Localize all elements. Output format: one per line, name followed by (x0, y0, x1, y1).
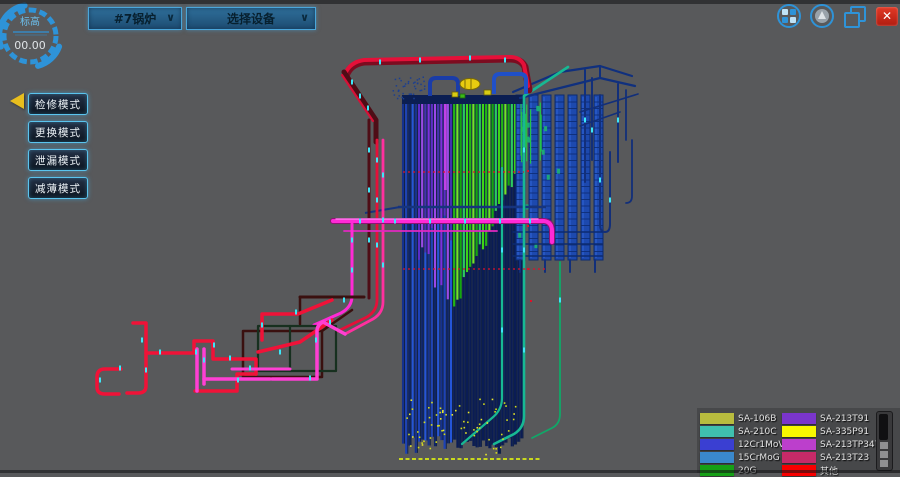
legend-column-right: SA-213T91SA-335P91SA-213TP347HSA-213T23其… (782, 412, 887, 477)
legend-material-label: SA-335P91 (820, 427, 869, 437)
chevron-down-icon: ∨ (166, 11, 175, 24)
legend-material-label: SA-213T91 (820, 414, 869, 424)
mode-button-replace[interactable]: 更换模式 (28, 121, 88, 143)
legend-column-left: SA-106BSA-210C12Cr1MoVG15CrMoG20G (700, 412, 792, 477)
orbit-view-icon[interactable] (810, 4, 834, 28)
legend-color-swatch (700, 452, 734, 463)
boiler-3d-viewport[interactable] (0, 0, 900, 473)
close-symbol: ✕ (882, 9, 892, 23)
elevation-gauge: 标高 00.00 (0, 1, 77, 75)
legend-color-swatch (782, 452, 816, 463)
layers-icon[interactable] (843, 5, 867, 28)
boiler-tube-bank (403, 96, 523, 454)
legend-item: SA-210C (700, 425, 792, 438)
legend-scrollbar[interactable] (876, 411, 893, 471)
mode-button-label: 检修模式 (35, 97, 81, 112)
legend-color-swatch (782, 426, 816, 437)
legend-color-swatch (782, 413, 816, 424)
legend-color-swatch (782, 439, 816, 450)
legend-color-swatch (700, 426, 734, 437)
legend-item: SA-213T91 (782, 412, 887, 425)
close-icon[interactable]: ✕ (876, 7, 898, 26)
mode-button-leak[interactable]: 泄漏模式 (28, 149, 88, 171)
mode-button-label: 更换模式 (35, 125, 81, 140)
lower-left-pipe-cluster (97, 297, 364, 394)
device-select-value: 选择设备 (227, 10, 275, 27)
material-legend: SA-106BSA-210C12Cr1MoVG15CrMoG20G SA-213… (697, 408, 900, 473)
drum-top-fittings (430, 74, 526, 98)
gauge-label: 标高 (20, 15, 40, 28)
mode-button-overhaul[interactable]: 检修模式 (28, 93, 88, 115)
legend-item: SA-213T23 (782, 451, 887, 464)
legend-color-swatch (700, 413, 734, 424)
grid-dashboard-icon[interactable] (777, 4, 801, 28)
device-select-dropdown[interactable]: 选择设备 ∨ (186, 7, 316, 30)
chevron-down-icon: ∨ (300, 11, 309, 24)
window-top-border (0, 0, 900, 4)
legend-material-label: 15CrMoG (738, 453, 780, 463)
gauge-value: 00.00 (14, 39, 46, 52)
legend-item: SA-106B (700, 412, 792, 425)
panel-collapse-arrow-icon[interactable] (10, 93, 24, 109)
rear-pass-columns (516, 95, 603, 260)
legend-material-label: SA-106B (738, 414, 776, 424)
legend-material-label: SA-213T23 (820, 453, 869, 463)
legend-item: SA-213TP347H (782, 438, 887, 451)
window-controls: ✕ (777, 4, 898, 28)
legend-material-label: SA-210C (738, 427, 777, 437)
legend-item: 15CrMoG (700, 451, 792, 464)
boiler-select-dropdown[interactable]: #7锅炉 ∨ (88, 7, 182, 30)
legend-color-swatch (700, 439, 734, 450)
legend-item: 12Cr1MoVG (700, 438, 792, 451)
mode-button-label: 泄漏模式 (35, 153, 81, 168)
boiler-select-value: #7锅炉 (114, 10, 156, 27)
mode-button-thinning[interactable]: 减薄模式 (28, 177, 88, 199)
mode-button-label: 减薄模式 (35, 181, 81, 196)
legend-item: SA-335P91 (782, 425, 887, 438)
